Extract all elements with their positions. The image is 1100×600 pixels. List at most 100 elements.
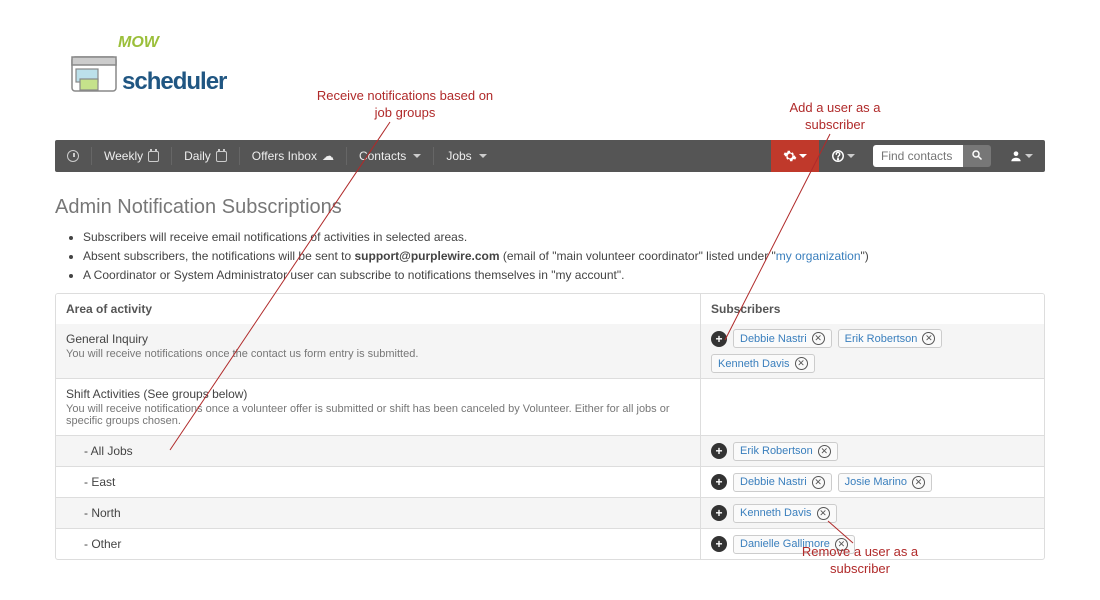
subscribers-cell: + Kenneth Davis ✕ (700, 498, 1044, 528)
area-cell: - Other (56, 529, 700, 559)
x-icon: ✕ (838, 540, 846, 549)
nav-weekly[interactable]: Weekly (92, 140, 171, 172)
area-title: Shift Activities (See groups below) (66, 387, 690, 401)
area-description: You will receive notifications once a vo… (66, 403, 690, 427)
remove-subscriber-button[interactable]: ✕ (912, 476, 925, 489)
remove-subscriber-button[interactable]: ✕ (812, 476, 825, 489)
info-item: Subscribers will receive email notificat… (83, 229, 1045, 246)
plus-icon: + (715, 537, 722, 551)
page-title: Admin Notification Subscriptions (55, 196, 1045, 219)
nav-daily[interactable]: Daily (172, 140, 239, 172)
logo-mow-text: MOW (118, 34, 159, 51)
search-button[interactable] (963, 145, 991, 167)
subscriber-link[interactable]: Debbie Nastri (740, 476, 807, 488)
subscriber-link[interactable]: Kenneth Davis (740, 507, 812, 519)
help-icon (831, 149, 845, 163)
remove-subscriber-button[interactable]: ✕ (795, 357, 808, 370)
plus-icon: + (715, 506, 722, 520)
info-item: A Coordinator or System Administrator us… (83, 267, 1045, 284)
col-header-area: Area of activity (56, 294, 700, 324)
remove-subscriber-button[interactable]: ✕ (818, 445, 831, 458)
table-row: - East + Debbie Nastri ✕ Josie Marino ✕ (56, 466, 1044, 497)
subscriber-link[interactable]: Josie Marino (845, 476, 907, 488)
nav-search (867, 145, 997, 167)
add-subscriber-button[interactable]: + (711, 536, 727, 552)
area-cell: - East (56, 467, 700, 497)
subscriber-chip: Josie Marino ✕ (838, 473, 932, 492)
subscriber-chip: Debbie Nastri ✕ (733, 473, 832, 492)
subscriber-chip: Erik Robertson ✕ (733, 442, 838, 461)
info-item: Absent subscribers, the notifications wi… (83, 248, 1045, 265)
subscribers-cell: + Erik Robertson ✕ (700, 436, 1044, 466)
navbar: Weekly Daily Offers Inbox ☁ Contacts Job… (55, 140, 1045, 172)
x-icon: ✕ (814, 334, 822, 343)
remove-subscriber-button[interactable]: ✕ (835, 538, 848, 551)
clock-icon (67, 150, 79, 162)
area-cell: - North (56, 498, 700, 528)
nav-offers-inbox[interactable]: Offers Inbox ☁ (240, 140, 346, 172)
nav-settings[interactable] (771, 140, 819, 172)
logo-brand-text: scheduler (122, 68, 226, 95)
table-row: General InquiryYou will receive notifica… (56, 324, 1044, 378)
subscriber-link[interactable]: Danielle Gallimore (740, 538, 830, 550)
nav-user-menu[interactable] (997, 140, 1045, 172)
x-icon: ✕ (820, 447, 828, 456)
search-input[interactable] (873, 145, 963, 167)
subscriber-link[interactable]: Debbie Nastri (740, 333, 807, 345)
area-title: - Other (66, 537, 690, 551)
chevron-down-icon (1025, 154, 1033, 158)
remove-subscriber-button[interactable]: ✕ (817, 507, 830, 520)
remove-subscriber-button[interactable]: ✕ (812, 332, 825, 345)
table-header: Area of activity Subscribers (56, 294, 1044, 324)
subscriber-link[interactable]: Erik Robertson (845, 333, 918, 345)
area-title: - North (66, 506, 690, 520)
area-description: You will receive notifications once the … (66, 348, 690, 360)
my-organization-link[interactable]: my organization (776, 249, 861, 263)
subscriber-link[interactable]: Kenneth Davis (718, 358, 790, 370)
chevron-down-icon (847, 154, 855, 158)
info-list: Subscribers will receive email notificat… (55, 229, 1045, 283)
nav-help[interactable] (819, 140, 867, 172)
chevron-down-icon (799, 154, 807, 158)
table-row: - North + Kenneth Davis ✕ (56, 497, 1044, 528)
add-subscriber-button[interactable]: + (711, 331, 727, 347)
subscriber-chip: Debbie Nastri ✕ (733, 329, 832, 348)
nav-home[interactable] (55, 140, 91, 172)
area-cell: Shift Activities (See groups below) You w… (56, 379, 700, 435)
x-icon: ✕ (814, 478, 822, 487)
area-cell: General InquiryYou will receive notifica… (56, 324, 700, 378)
gear-icon (783, 149, 797, 163)
col-header-subscribers: Subscribers (700, 294, 1044, 324)
add-subscriber-button[interactable]: + (711, 474, 727, 490)
subscriber-chip: Kenneth Davis ✕ (711, 354, 815, 373)
nav-jobs[interactable]: Jobs (434, 140, 498, 172)
logo: MOW scheduler (70, 50, 226, 96)
plus-icon: + (715, 444, 722, 458)
content: Admin Notification Subscriptions Subscri… (0, 172, 1100, 560)
plus-icon: + (715, 475, 722, 489)
subscriber-link[interactable]: Erik Robertson (740, 445, 813, 457)
logo-icon (70, 55, 118, 96)
area-cell: - All Jobs (56, 436, 700, 466)
nav-contacts[interactable]: Contacts (347, 140, 433, 172)
cloud-icon: ☁ (322, 149, 334, 163)
table-row: - Other + Danielle Gallimore ✕ (56, 528, 1044, 559)
x-icon: ✕ (797, 359, 805, 368)
subscribers-cell (700, 379, 1044, 435)
search-icon (971, 149, 983, 161)
subscribers-cell: + Debbie Nastri ✕ Josie Marino ✕ (700, 467, 1044, 497)
plus-icon: + (715, 332, 722, 346)
area-title: - All Jobs (66, 444, 690, 458)
x-icon: ✕ (819, 509, 827, 518)
table-row: Shift Activities (See groups below) You w… (56, 378, 1044, 435)
add-subscriber-button[interactable]: + (711, 505, 727, 521)
add-subscriber-button[interactable]: + (711, 443, 727, 459)
table-row: - All Jobs + Erik Robertson ✕ (56, 435, 1044, 466)
chevron-down-icon (413, 154, 421, 158)
subscriptions-table: Area of activity Subscribers General Inq… (55, 293, 1045, 560)
remove-subscriber-button[interactable]: ✕ (922, 332, 935, 345)
user-icon (1009, 149, 1023, 163)
subscribers-cell: +Debbie Nastri✕Erik Robertson✕Kenneth Da… (700, 324, 1044, 378)
calendar-icon (148, 151, 159, 162)
x-icon: ✕ (925, 334, 933, 343)
